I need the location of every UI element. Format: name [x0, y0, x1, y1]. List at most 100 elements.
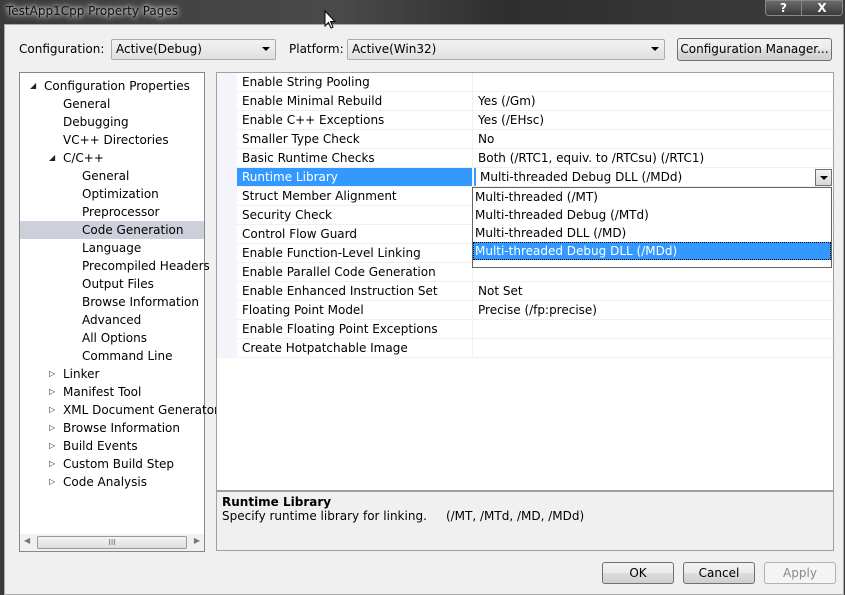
- property-value[interactable]: Yes (/Gm): [474, 92, 833, 110]
- tree-item[interactable]: ▷ Manifest Tool: [20, 383, 204, 401]
- description-text: Specify runtime library for linking. (/M…: [222, 509, 585, 523]
- property-row[interactable]: Floating Point Model Precise (/fp:precise…: [237, 301, 833, 320]
- property-name: Enable Parallel Code Generation: [237, 263, 473, 281]
- collapsed-triangle-icon[interactable]: ▷: [49, 455, 59, 473]
- tree-item[interactable]: Browse Information: [20, 293, 204, 311]
- tree-item-label: Command Line: [82, 349, 173, 363]
- tree-item[interactable]: ▷ Linker: [20, 365, 204, 383]
- property-value[interactable]: [474, 73, 833, 91]
- property-value[interactable]: Multi-threaded Debug DLL (/MDd): [474, 168, 833, 186]
- platform-select[interactable]: Active(Win32): [347, 39, 665, 60]
- tree-item-label: Language: [82, 241, 142, 255]
- tree-item-label: All Options: [82, 331, 147, 345]
- dropdown-option[interactable]: Multi-threaded Debug (/MTd): [473, 206, 831, 224]
- tree-item[interactable]: Advanced: [20, 311, 204, 329]
- tree-item-label: Code Generation: [82, 223, 184, 237]
- platform-label: Platform:: [289, 42, 344, 56]
- property-value[interactable]: Not Set: [474, 282, 833, 300]
- collapsed-triangle-icon[interactable]: ▷: [49, 365, 59, 383]
- configuration-manager-button[interactable]: Configuration Manager...: [677, 38, 832, 61]
- property-name: Floating Point Model: [237, 301, 473, 319]
- tree-item[interactable]: Optimization: [20, 185, 204, 203]
- apply-button[interactable]: Apply: [764, 562, 836, 584]
- property-value[interactable]: Both (/RTC1, equiv. to /RTCsu) (/RTC1): [474, 149, 833, 167]
- tree-horizontal-scrollbar[interactable]: ◀ III ▶: [20, 534, 204, 551]
- dropdown-option[interactable]: Multi-threaded Debug DLL (/MDd): [473, 242, 831, 260]
- scroll-right-icon[interactable]: ▶: [194, 536, 200, 545]
- collapsed-triangle-icon[interactable]: ▷: [49, 437, 59, 455]
- property-row[interactable]: Basic Runtime Checks Both (/RTC1, equiv. …: [237, 149, 833, 168]
- window-title: TestApp1Cpp Property Pages: [6, 4, 179, 18]
- tree-item[interactable]: ▷ Build Events: [20, 437, 204, 455]
- tree-item-label: Custom Build Step: [63, 457, 175, 471]
- property-row[interactable]: Smaller Type Check No: [237, 130, 833, 149]
- tree-item-label: Output Files: [82, 277, 154, 291]
- property-value[interactable]: [474, 339, 833, 357]
- property-value-text: Both (/RTC1, equiv. to /RTCsu) (/RTC1): [478, 151, 705, 165]
- property-value[interactable]: [474, 320, 833, 338]
- tree-item-label: Manifest Tool: [63, 385, 142, 399]
- scroll-thumb[interactable]: III: [37, 536, 187, 549]
- tree-item-label: Optimization: [82, 187, 159, 201]
- property-value[interactable]: Yes (/EHsc): [474, 111, 833, 129]
- property-row[interactable]: Create Hotpatchable Image: [237, 339, 833, 358]
- tree-item-label: Advanced: [82, 313, 142, 327]
- property-tree: ◢ Configuration Properties General Debuggin…: [19, 72, 219, 552]
- close-button[interactable]: X: [801, 0, 843, 16]
- dropdown-option[interactable]: Multi-threaded DLL (/MD): [473, 224, 831, 242]
- property-value-text: Precise (/fp:precise): [478, 303, 597, 317]
- property-name: Enable Minimal Rebuild: [237, 92, 473, 110]
- tree-item-label: Preprocessor: [82, 205, 160, 219]
- property-row[interactable]: Runtime Library Multi-threaded Debug DLL …: [237, 168, 833, 187]
- tree-item[interactable]: ◢ C/C++: [20, 149, 204, 167]
- dropdown-button[interactable]: [815, 169, 832, 186]
- cancel-button[interactable]: Cancel: [683, 562, 755, 584]
- configuration-select[interactable]: Active(Debug): [111, 39, 276, 60]
- tree-item[interactable]: ◢ Configuration Properties: [20, 77, 204, 95]
- property-row[interactable]: Enable Floating Point Exceptions: [237, 320, 833, 339]
- property-row[interactable]: Enable String Pooling: [237, 73, 833, 92]
- scroll-left-icon[interactable]: ◀: [24, 536, 30, 545]
- collapsed-triangle-icon[interactable]: ▷: [49, 473, 59, 491]
- tree-item[interactable]: General: [20, 95, 204, 113]
- property-row[interactable]: Enable Minimal Rebuild Yes (/Gm): [237, 92, 833, 111]
- property-name: Struct Member Alignment: [237, 187, 473, 205]
- tree-item[interactable]: Language: [20, 239, 204, 257]
- property-value[interactable]: Precise (/fp:precise): [474, 301, 833, 319]
- property-name: Create Hotpatchable Image: [237, 339, 473, 357]
- tree-item[interactable]: ▷ Code Analysis: [20, 473, 204, 491]
- tree-item[interactable]: Command Line: [20, 347, 204, 365]
- tree-item[interactable]: Debugging: [20, 113, 204, 131]
- expanded-triangle-icon[interactable]: ◢: [30, 77, 40, 95]
- tree-item-label: Precompiled Headers: [82, 259, 210, 273]
- tree-item[interactable]: General: [20, 167, 204, 185]
- expanded-triangle-icon[interactable]: ◢: [49, 149, 59, 167]
- property-value[interactable]: No: [474, 130, 833, 148]
- tree-item-label: Configuration Properties: [44, 79, 190, 93]
- collapsed-triangle-icon[interactable]: ▷: [49, 401, 59, 419]
- tree-item[interactable]: Output Files: [20, 275, 204, 293]
- tree-item-label: Linker: [63, 367, 100, 381]
- collapsed-triangle-icon[interactable]: ▷: [49, 383, 59, 401]
- dropdown-option[interactable]: Multi-threaded (/MT): [473, 188, 831, 206]
- help-button[interactable]: ?: [765, 0, 801, 16]
- property-name: Basic Runtime Checks: [237, 149, 473, 167]
- tree-item[interactable]: Code Generation: [20, 221, 204, 239]
- property-row[interactable]: Enable Enhanced Instruction Set Not Set: [237, 282, 833, 301]
- property-name: Control Flow Guard: [237, 225, 473, 243]
- property-name: Enable Floating Point Exceptions: [237, 320, 473, 338]
- tree-item[interactable]: VC++ Directories: [20, 131, 204, 149]
- tree-item-label: General: [63, 97, 111, 111]
- ok-button[interactable]: OK: [602, 562, 674, 584]
- property-row[interactable]: Enable C++ Exceptions Yes (/EHsc): [237, 111, 833, 130]
- tree-item[interactable]: ▷ Browse Information: [20, 419, 204, 437]
- collapsed-triangle-icon[interactable]: ▷: [49, 419, 59, 437]
- title-bar[interactable]: TestApp1Cpp Property Pages ? X: [0, 0, 845, 24]
- property-name: Enable C++ Exceptions: [237, 111, 473, 129]
- tree-item[interactable]: ▷ Custom Build Step: [20, 455, 204, 473]
- property-value-text: Yes (/EHsc): [478, 113, 545, 127]
- tree-item[interactable]: All Options: [20, 329, 204, 347]
- tree-item[interactable]: Preprocessor: [20, 203, 204, 221]
- tree-item[interactable]: Precompiled Headers: [20, 257, 210, 275]
- tree-item[interactable]: ▷ XML Document Generator: [20, 401, 219, 419]
